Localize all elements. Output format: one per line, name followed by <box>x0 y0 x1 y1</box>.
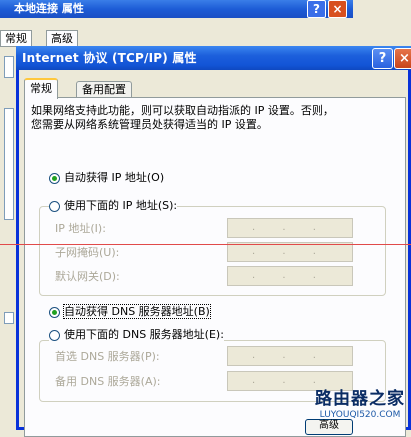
preferred-dns-label: 首选 DNS 服务器(P): <box>55 350 160 363</box>
auto-ip-radio[interactable]: 自动获得 IP 地址(O) <box>49 171 165 185</box>
tcpip-properties-dialog: Internet 协议 (TCP/IP) 属性 ? × 常规 备用配置 如果网络… <box>16 46 411 437</box>
description-line: 如果网络支持此功能，则可以获取自动指派的 IP 设置。否则， <box>31 104 334 117</box>
radio-selected-icon <box>49 172 60 184</box>
subnet-mask-input[interactable]: . . . <box>227 242 353 262</box>
help-button[interactable]: ? <box>372 48 393 69</box>
description-text: 如果网络支持此功能，则可以获取自动指派的 IP 设置。否则， 您需要从网络系统管… <box>31 104 396 132</box>
dialog-title: Internet 协议 (TCP/IP) 属性 <box>16 46 411 70</box>
tab-general[interactable]: 常规 <box>24 78 58 99</box>
guide-line <box>0 244 411 245</box>
auto-dns-radio[interactable]: 自动获得 DNS 服务器地址(B) <box>49 304 211 319</box>
background-tab-general[interactable]: 常规 <box>0 30 32 47</box>
background-fragment <box>4 312 14 324</box>
radio-unselected-icon <box>49 329 60 341</box>
radio-selected-icon <box>49 306 60 318</box>
subnet-mask-label: 子网掩码(U): <box>55 246 120 259</box>
watermark-url: LUYOUQI520.COM <box>319 410 401 420</box>
description-line: 您需要从网络系统管理员处获得适当的 IP 设置。 <box>31 118 268 131</box>
default-gateway-label: 默认网关(D): <box>55 270 120 283</box>
background-fragment <box>4 56 14 78</box>
close-button[interactable]: × <box>394 48 411 69</box>
manual-ip-radio[interactable]: 使用下面的 IP 地址(S): <box>49 199 178 213</box>
alternate-dns-input[interactable]: . . . <box>227 371 353 391</box>
default-gateway-input[interactable]: . . . <box>227 266 353 286</box>
background-window-title: 本地连接 属性 <box>0 0 353 18</box>
auto-ip-label: 自动获得 IP 地址(O) <box>64 171 165 184</box>
alternate-dns-label: 备用 DNS 服务器(A): <box>55 375 161 388</box>
background-fragment <box>4 108 14 220</box>
background-tab-advanced[interactable]: 高级 <box>46 30 78 47</box>
tab-alternate-configuration[interactable]: 备用配置 <box>76 81 132 98</box>
watermark-name: 路由器之家 <box>315 389 405 409</box>
preferred-dns-input[interactable]: . . . <box>227 346 353 366</box>
manual-ip-label: 使用下面的 IP 地址(S): <box>64 199 178 212</box>
manual-dns-label: 使用下面的 DNS 服务器地址(E): <box>64 328 224 341</box>
background-help-button[interactable]: ? <box>307 0 326 18</box>
manual-dns-radio[interactable]: 使用下面的 DNS 服务器地址(E): <box>49 328 224 342</box>
background-close-button[interactable]: × <box>328 0 347 18</box>
ip-address-input[interactable]: . . . <box>227 218 353 238</box>
auto-dns-label: 自动获得 DNS 服务器地址(B) <box>63 304 211 319</box>
radio-unselected-icon <box>49 200 60 212</box>
watermark: 路由器之家 LUYOUQI520.COM <box>312 389 408 427</box>
ip-address-label: IP 地址(I): <box>55 222 106 235</box>
